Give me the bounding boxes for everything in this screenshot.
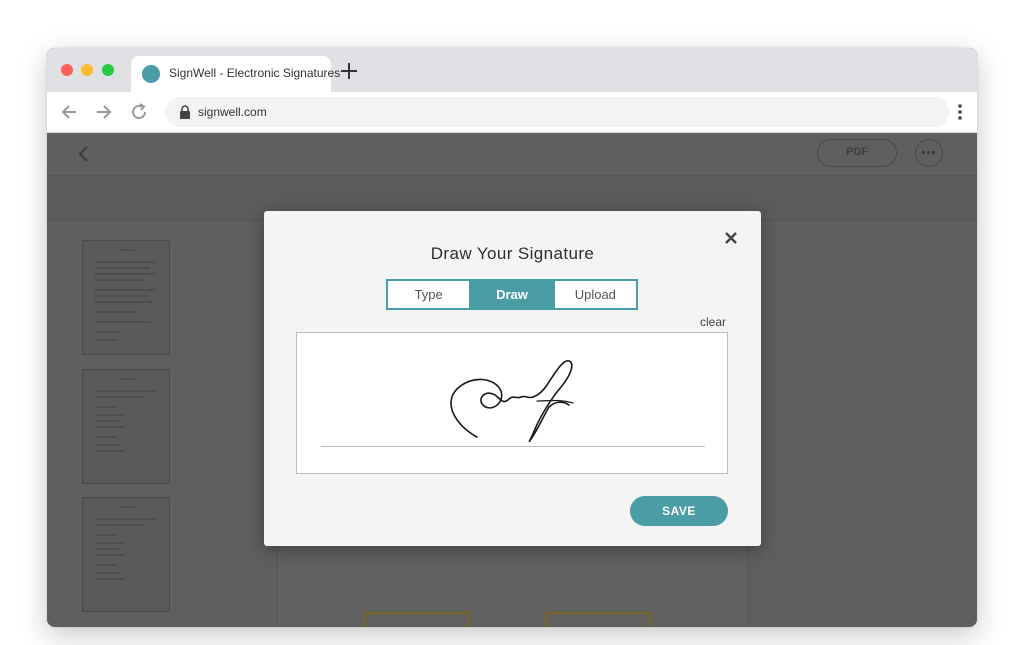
tab-upload[interactable]: Upload — [552, 281, 636, 308]
menu-dots-icon[interactable] — [955, 102, 965, 122]
signature-canvas[interactable] — [296, 332, 728, 474]
back-arrow-icon[interactable] — [77, 145, 91, 163]
maximize-window-button[interactable] — [102, 64, 114, 76]
close-window-button[interactable] — [61, 64, 73, 76]
back-arrow-icon[interactable] — [59, 102, 79, 122]
clear-link[interactable]: clear — [700, 315, 726, 329]
tab-strip: SignWell - Electronic Signatures — [47, 48, 977, 92]
page-thumbnail[interactable] — [82, 369, 170, 484]
lock-icon — [180, 105, 190, 119]
save-button[interactable]: SAVE — [630, 496, 728, 526]
page-thumbnail[interactable] — [82, 240, 170, 355]
app-header: PDF — [47, 133, 977, 176]
page-thumbnail[interactable] — [82, 497, 170, 612]
drawn-signature — [450, 360, 574, 443]
address-bar[interactable]: signwell.com — [165, 97, 949, 127]
minimize-window-button[interactable] — [81, 64, 93, 76]
url-text: signwell.com — [198, 105, 267, 119]
signature-mode-tabs: Type Draw Upload — [386, 279, 638, 310]
signature-baseline — [321, 446, 705, 447]
close-icon[interactable] — [724, 231, 738, 245]
signwell-favicon-icon — [142, 65, 160, 83]
tab-type[interactable]: Type — [388, 281, 469, 308]
signature-modal: Draw Your Signature Type Draw Upload cle… — [264, 211, 761, 546]
tab-title: SignWell - Electronic Signatures — [169, 66, 341, 80]
pdf-button[interactable]: PDF — [817, 139, 897, 167]
forward-arrow-icon[interactable] — [94, 102, 114, 122]
signature-field[interactable] — [545, 612, 651, 627]
browser-toolbar: signwell.com — [47, 92, 977, 133]
more-options-button[interactable] — [915, 139, 943, 167]
modal-title: Draw Your Signature — [430, 244, 595, 263]
browser-tab[interactable]: SignWell - Electronic Signatures — [131, 56, 340, 92]
more-options-icon — [921, 150, 936, 155]
new-tab-icon[interactable] — [338, 60, 360, 82]
tab-draw[interactable]: Draw — [469, 281, 553, 308]
reload-icon[interactable] — [129, 102, 149, 122]
signature-field[interactable] — [364, 612, 470, 627]
